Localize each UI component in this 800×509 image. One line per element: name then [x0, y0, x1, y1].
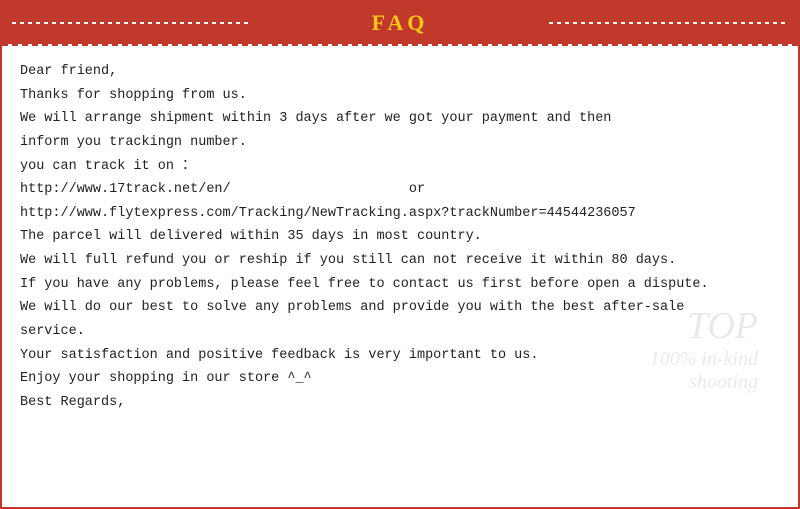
- faq-header: FAQ: [2, 2, 798, 44]
- line-problems: If you have any problems, please feel fr…: [20, 273, 780, 297]
- line-track-intro: you can track it on ：: [20, 155, 780, 179]
- line-shipment1: We will arrange shipment within 3 days a…: [20, 107, 780, 131]
- line-enjoy: Enjoy your shopping in our store ^_^: [20, 367, 780, 391]
- line-parcel-delivery: The parcel will delivered within 35 days…: [20, 225, 780, 249]
- faq-content: Dear friend, Thanks for shopping from us…: [2, 46, 798, 424]
- line-best1: We will do our best to solve any problem…: [20, 296, 780, 320]
- track-url1-text: http://www.17track.net/en/: [20, 182, 231, 197]
- line-thanks: Thanks for shopping from us.: [20, 84, 780, 108]
- track-url1-or: or: [409, 182, 425, 197]
- line-track-url2: http://www.flytexpress.com/Tracking/NewT…: [20, 202, 780, 226]
- line-shipment2: inform you trackingn number.: [20, 131, 780, 155]
- line-satisfaction: Your satisfaction and positive feedback …: [20, 344, 780, 368]
- line-track-url1: http://www.17track.net/en/ or: [20, 178, 780, 202]
- line-refund: We will full refund you or reship if you…: [20, 249, 780, 273]
- faq-container: FAQ Dear friend, Thanks for shopping fro…: [0, 0, 800, 509]
- line-dear-friend: Dear friend,: [20, 60, 780, 84]
- line-best-regards: Best Regards,: [20, 391, 780, 415]
- faq-title: FAQ: [2, 10, 798, 36]
- line-service: service.: [20, 320, 780, 344]
